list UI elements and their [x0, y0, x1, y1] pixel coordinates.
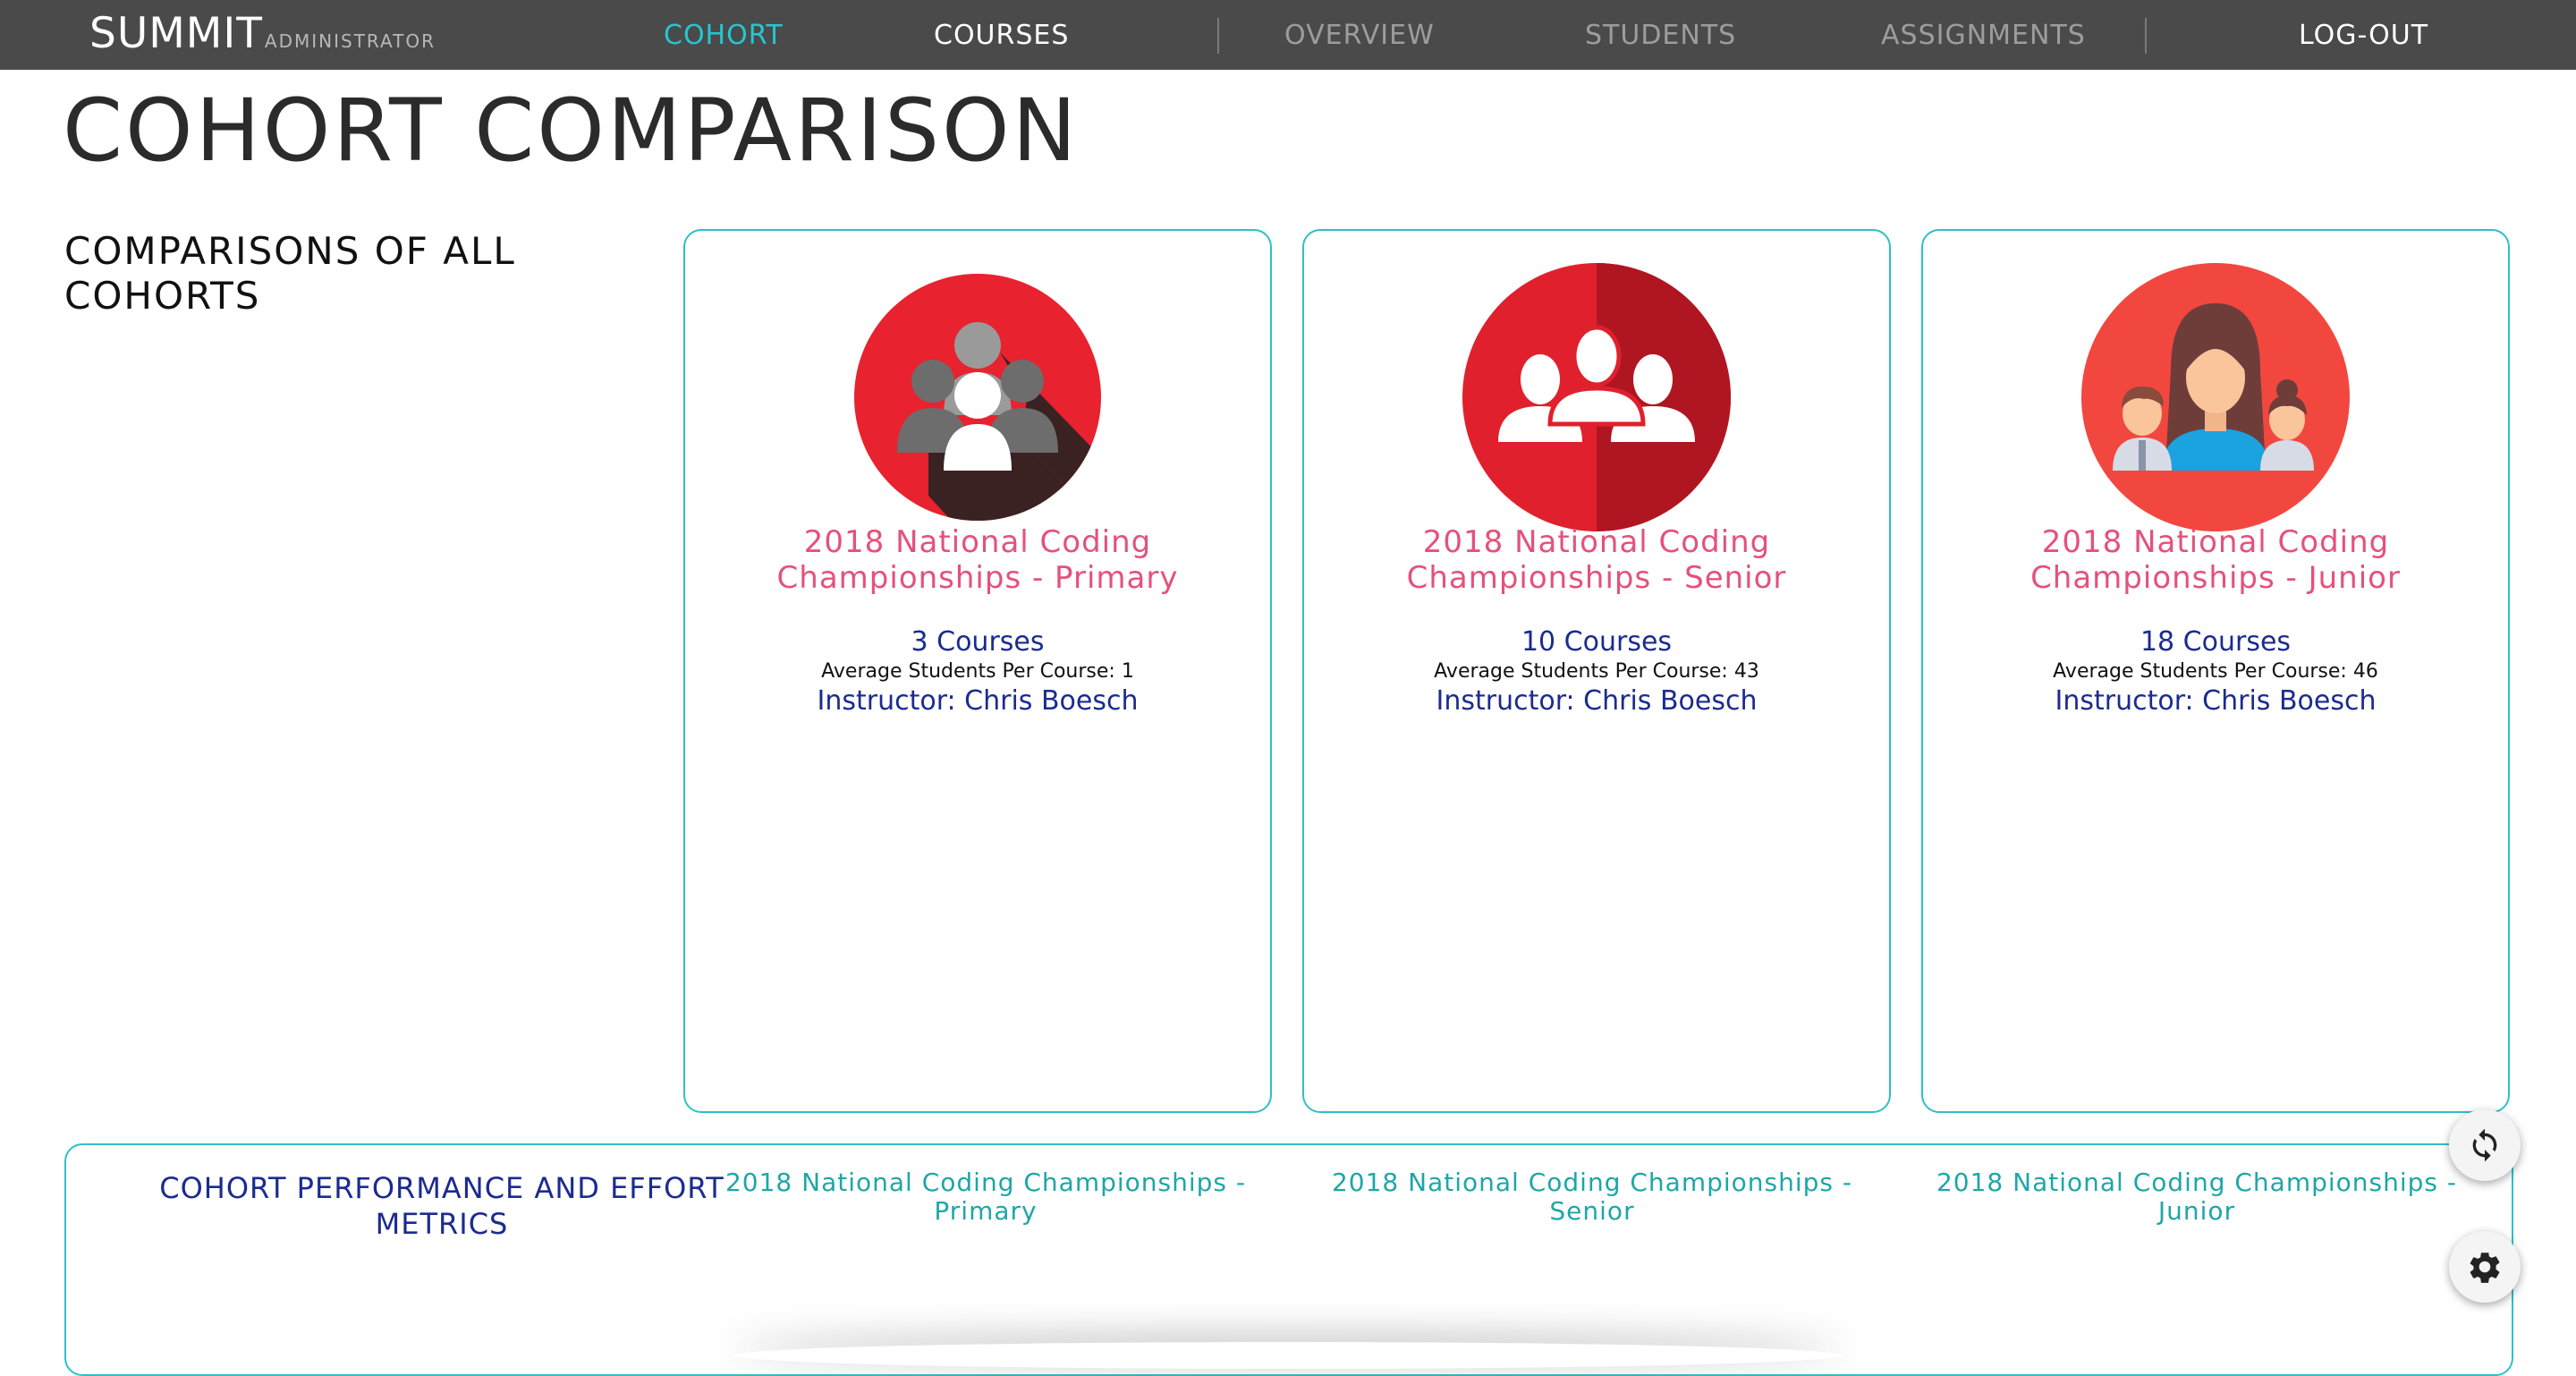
instructor-name: Instructor: Chris Boesch [2055, 685, 2377, 717]
top-navigation-bar: SUMMIT ADMINISTRATOR COHORT COURSES OVERV… [0, 0, 2576, 70]
scroll-shadow [733, 1342, 1843, 1369]
app-logo[interactable]: SUMMIT ADMINISTRATOR [89, 9, 436, 63]
refresh-icon [2472, 1128, 2497, 1162]
cohort-name[interactable]: 2018 National Coding Championships - Jun… [1941, 524, 2490, 596]
nav-assignments[interactable]: ASSIGNMENTS [1881, 20, 2086, 51]
cohort-card-primary[interactable]: 2018 National Coding Championships - Pri… [683, 229, 1272, 1113]
metrics-column-header: 2018 National Coding Championships - Jun… [1936, 1168, 2458, 1226]
average-students: Average Students Per Course: 43 [1434, 660, 1759, 683]
instructor-name: Instructor: Chris Boesch [1436, 685, 1758, 717]
nav-overview[interactable]: OVERVIEW [1284, 20, 1435, 51]
family-avatar-icon [2081, 263, 2350, 531]
page-title: COHORT COMPARISON [63, 81, 1080, 181]
nav-divider [2145, 18, 2147, 54]
nav-courses[interactable]: COURSES [934, 20, 1069, 51]
cohort-card-senior[interactable]: 2018 National Coding Championships - Sen… [1302, 229, 1891, 1113]
refresh-button[interactable] [2449, 1109, 2521, 1181]
average-students: Average Students Per Course: 46 [2053, 660, 2378, 683]
gear-icon [2470, 1252, 2500, 1283]
course-count: 18 Courses [2140, 626, 2292, 658]
nav-logout[interactable]: LOG-OUT [2299, 20, 2428, 51]
metrics-column-header: 2018 National Coding Championships - Pri… [724, 1168, 1247, 1226]
nav-students[interactable]: STUDENTS [1585, 20, 1736, 51]
course-count: 10 Courses [1521, 626, 1673, 658]
brand-name: SUMMIT [89, 9, 263, 58]
cohort-card-junior[interactable]: 2018 National Coding Championships - Jun… [1921, 229, 2510, 1113]
section-title: COMPARISONS OF ALL COHORTS [64, 229, 516, 318]
group-silhouette-icon [854, 274, 1101, 521]
cohort-name[interactable]: 2018 National Coding Championships - Pri… [703, 524, 1252, 596]
settings-button[interactable] [2449, 1231, 2521, 1303]
average-students: Average Students Per Course: 1 [821, 660, 1134, 683]
metrics-panel: COHORT PERFORMANCE AND EFFORT METRICS 20… [64, 1143, 2513, 1376]
cohort-name[interactable]: 2018 National Coding Championships - Sen… [1322, 524, 1871, 596]
nav-divider [1217, 18, 1219, 54]
brand-subtitle: ADMINISTRATOR [264, 30, 436, 52]
team-outline-icon [1462, 263, 1731, 531]
metrics-title: COHORT PERFORMANCE AND EFFORT METRICS [159, 1171, 724, 1241]
nav-cohort[interactable]: COHORT [664, 20, 784, 51]
course-count: 3 Courses [911, 626, 1045, 658]
instructor-name: Instructor: Chris Boesch [817, 685, 1139, 717]
metrics-column-header: 2018 National Coding Championships - Sen… [1331, 1168, 1853, 1226]
